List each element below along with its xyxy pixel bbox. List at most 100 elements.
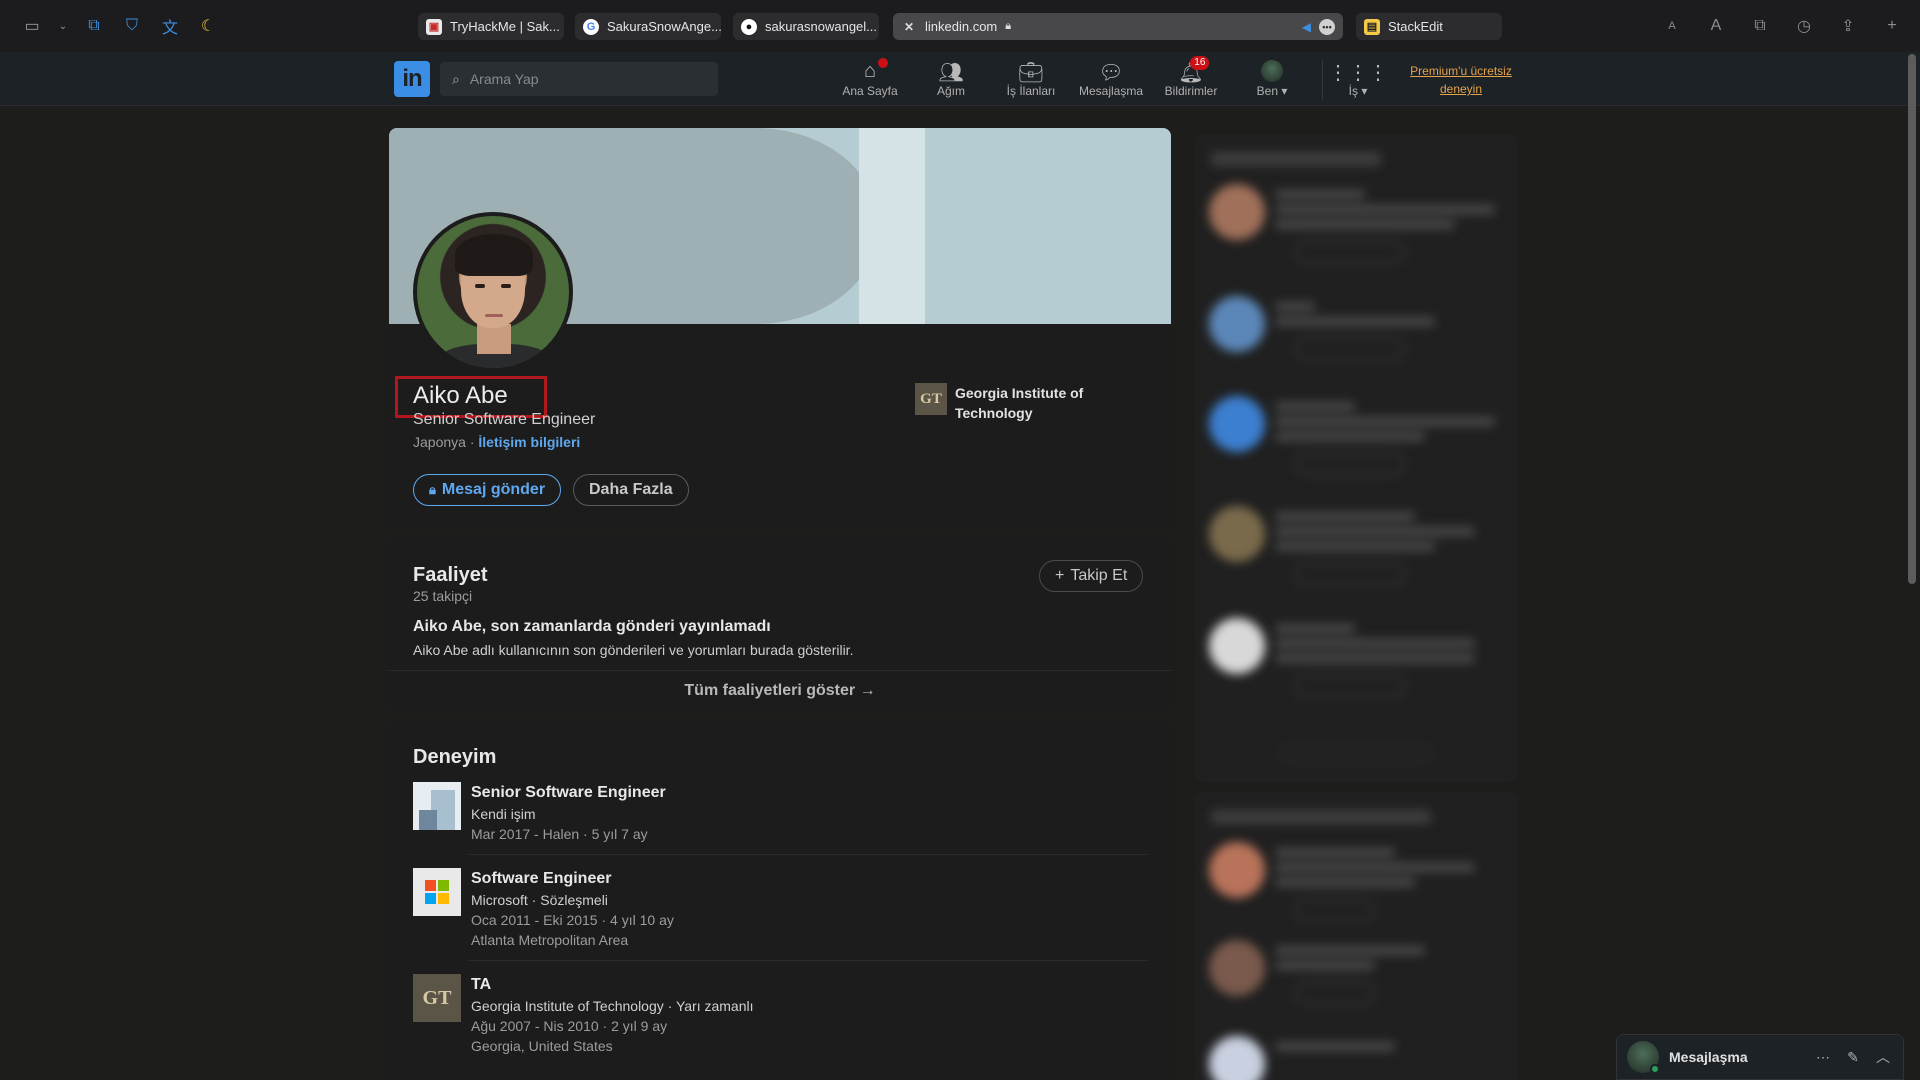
- follow-label: Takip Et: [1070, 567, 1128, 584]
- browser-tab[interactable]: ▤ StackEdit: [1356, 13, 1502, 40]
- profile-card: Aiko Abe Senior Software Engineer Japony…: [389, 128, 1171, 530]
- contact-info-link[interactable]: İletişim bilgileri: [478, 434, 580, 450]
- profile-photo[interactable]: [413, 212, 573, 372]
- linkedin-nav: in ⌕ ⌂ Ana Sayfa 👥︎ Ağım 💼︎ İş İlanları …: [0, 52, 1920, 106]
- chevron-down-icon[interactable]: ⌄: [58, 14, 68, 38]
- premium-link[interactable]: Premium'u ücretsiz deneyin: [1396, 62, 1526, 98]
- page-scrollbar[interactable]: [1908, 54, 1916, 584]
- more-icon[interactable]: •••: [1319, 18, 1335, 35]
- nav-label: Ağım: [936, 84, 965, 98]
- notification-badge: 16: [1190, 56, 1210, 70]
- share-icon[interactable]: ⇪: [1836, 14, 1860, 38]
- job-location: Georgia, United States: [471, 1038, 613, 1054]
- shield-icon[interactable]: ⛉: [120, 14, 144, 38]
- toolbar-left-icons: ▭ ⌄ ⧉ ⛉ 文 ☾: [20, 14, 220, 38]
- job-title: Software Engineer: [471, 870, 612, 887]
- suggested-person[interactable]: [1209, 842, 1475, 921]
- avatar-icon: [1261, 60, 1283, 84]
- nav-jobs[interactable]: 💼︎ İş İlanları: [991, 60, 1071, 98]
- history-icon[interactable]: ◷: [1792, 14, 1816, 38]
- copy-icon[interactable]: ⧉: [1748, 14, 1772, 38]
- nav-label: İş İlanları: [1006, 84, 1056, 98]
- compose-icon[interactable]: ✎: [1843, 1049, 1863, 1066]
- avatar: [1627, 1041, 1660, 1074]
- follow-button[interactable]: + Takip Et: [1039, 560, 1144, 592]
- suggested-person[interactable]: [1209, 296, 1435, 360]
- address-bar-url[interactable]: linkedin.com: [925, 19, 997, 34]
- stackedit-icon: ▤: [1364, 18, 1380, 35]
- company-logo: [413, 782, 461, 830]
- job-dates: Mar 2017 - Halen · 5 yıl 7 ay: [471, 826, 648, 842]
- gt-logo: GT: [413, 974, 461, 1022]
- browser-tab[interactable]: ● sakurasnowangel...: [733, 13, 879, 40]
- translate-icon[interactable]: 文: [158, 14, 182, 38]
- new-tab-icon[interactable]: +: [1880, 14, 1904, 38]
- sidebar-toggle-icon[interactable]: ▭: [20, 14, 44, 38]
- followers-count: 25 takipçi: [413, 588, 473, 604]
- activity-card: Faaliyet + Takip Et 25 takipçi Aiko Abe,…: [389, 538, 1171, 712]
- nav-label: Mesajlaşma: [1078, 84, 1144, 98]
- suggested-person[interactable]: [1209, 396, 1495, 475]
- suggested-person[interactable]: [1209, 184, 1495, 263]
- divider: [389, 670, 1171, 671]
- browser-tab-active[interactable]: ✕ linkedin.com 🔒︎ ◀︎ •••: [893, 13, 1343, 40]
- browser-toolbar: ▭ ⌄ ⧉ ⛉ 文 ☾ ▣ TryHackMe | Sak... G Sakur…: [0, 0, 1920, 52]
- nav-messaging[interactable]: 💬︎ Mesajlaşma: [1071, 60, 1151, 98]
- experience-item[interactable]: Software Engineer Microsoft · Sözleşmeli…: [413, 868, 674, 950]
- experience-item[interactable]: GT TA Georgia Institute of Technology · …: [413, 974, 754, 1056]
- search-icon: ⌕: [452, 70, 460, 87]
- messaging-dock[interactable]: Mesajlaşma ⋯ ✎ ︿: [1616, 1034, 1904, 1080]
- experience-item[interactable]: Senior Software Engineer Kendi işim Mar …: [413, 782, 666, 844]
- font-smaller-button[interactable]: A: [1660, 14, 1684, 38]
- nav-home[interactable]: ⌂ Ana Sayfa: [830, 58, 910, 98]
- linkedin-logo[interactable]: in: [394, 61, 430, 97]
- nav-label: Bildirimler: [1164, 84, 1218, 98]
- nav-work[interactable]: ⋮⋮⋮ İş ▾: [1318, 60, 1398, 98]
- close-tab-icon[interactable]: ✕: [901, 19, 917, 35]
- more-options-icon[interactable]: ⋯: [1813, 1049, 1833, 1066]
- lock-icon: 🔒︎: [1005, 20, 1012, 32]
- online-dot: [1650, 1064, 1660, 1074]
- gt-logo: GT: [915, 383, 947, 415]
- chevron-up-icon[interactable]: ︿: [1873, 1047, 1893, 1067]
- suggested-person[interactable]: [1209, 618, 1475, 697]
- experience-title: Deneyim: [413, 746, 497, 768]
- browser-tab[interactable]: G SakuraSnowAnge...: [575, 13, 721, 40]
- lock-icon: 🔒︎: [429, 482, 436, 497]
- search-bar[interactable]: ⌕: [440, 62, 718, 96]
- font-larger-button[interactable]: A: [1704, 14, 1728, 38]
- job-title: Senior Software Engineer: [471, 784, 666, 801]
- nav-label: Ben ▾: [1256, 84, 1288, 98]
- tab-label: sakurasnowangel...: [765, 19, 878, 34]
- nav-notifications[interactable]: 🔔︎ 16 Bildirimler: [1151, 56, 1231, 98]
- messaging-label: Mesajlaşma: [1669, 1049, 1748, 1065]
- send-message-button[interactable]: 🔒︎ Mesaj gönder: [413, 474, 562, 506]
- divider: [469, 960, 1147, 961]
- browser-tab[interactable]: ▣ TryHackMe | Sak...: [418, 13, 564, 40]
- experience-card: Deneyim Senior Software Engineer Kendi i…: [389, 720, 1171, 1080]
- divider: [469, 854, 1147, 855]
- people-you-may-know-panel: [1195, 792, 1517, 1080]
- google-icon: G: [583, 18, 599, 35]
- suggested-person[interactable]: [1209, 940, 1425, 1004]
- suggested-person[interactable]: [1209, 506, 1475, 585]
- plus-icon: +: [1055, 567, 1065, 584]
- tab-label: StackEdit: [1388, 19, 1443, 34]
- audio-icon[interactable]: ◀︎: [1302, 20, 1311, 34]
- nav-network[interactable]: 👥︎ Ağım: [911, 60, 991, 98]
- tab-groups-icon[interactable]: ⧉: [82, 14, 106, 38]
- more-button[interactable]: Daha Fazla: [573, 474, 689, 506]
- show-all-activity-link[interactable]: Tüm faaliyetleri göster →: [389, 682, 1171, 700]
- notification-dot: [877, 58, 888, 68]
- dark-mode-icon[interactable]: ☾: [196, 14, 220, 38]
- search-input[interactable]: [469, 71, 690, 87]
- suggested-person[interactable]: [1209, 1036, 1395, 1080]
- activity-empty-desc: Aiko Abe adlı kullanıcının son gönderile…: [413, 642, 854, 658]
- nav-me[interactable]: Ben ▾: [1232, 60, 1312, 98]
- profile-name: Aiko Abe: [413, 382, 508, 409]
- activity-title: Faaliyet: [413, 564, 488, 586]
- messaging-icon: 💬︎: [1098, 62, 1124, 84]
- people-also-viewed-panel: [1195, 134, 1517, 782]
- education-summary[interactable]: GT Georgia Institute of Technology: [915, 383, 1115, 423]
- nav-label: İş ▾: [1348, 84, 1368, 98]
